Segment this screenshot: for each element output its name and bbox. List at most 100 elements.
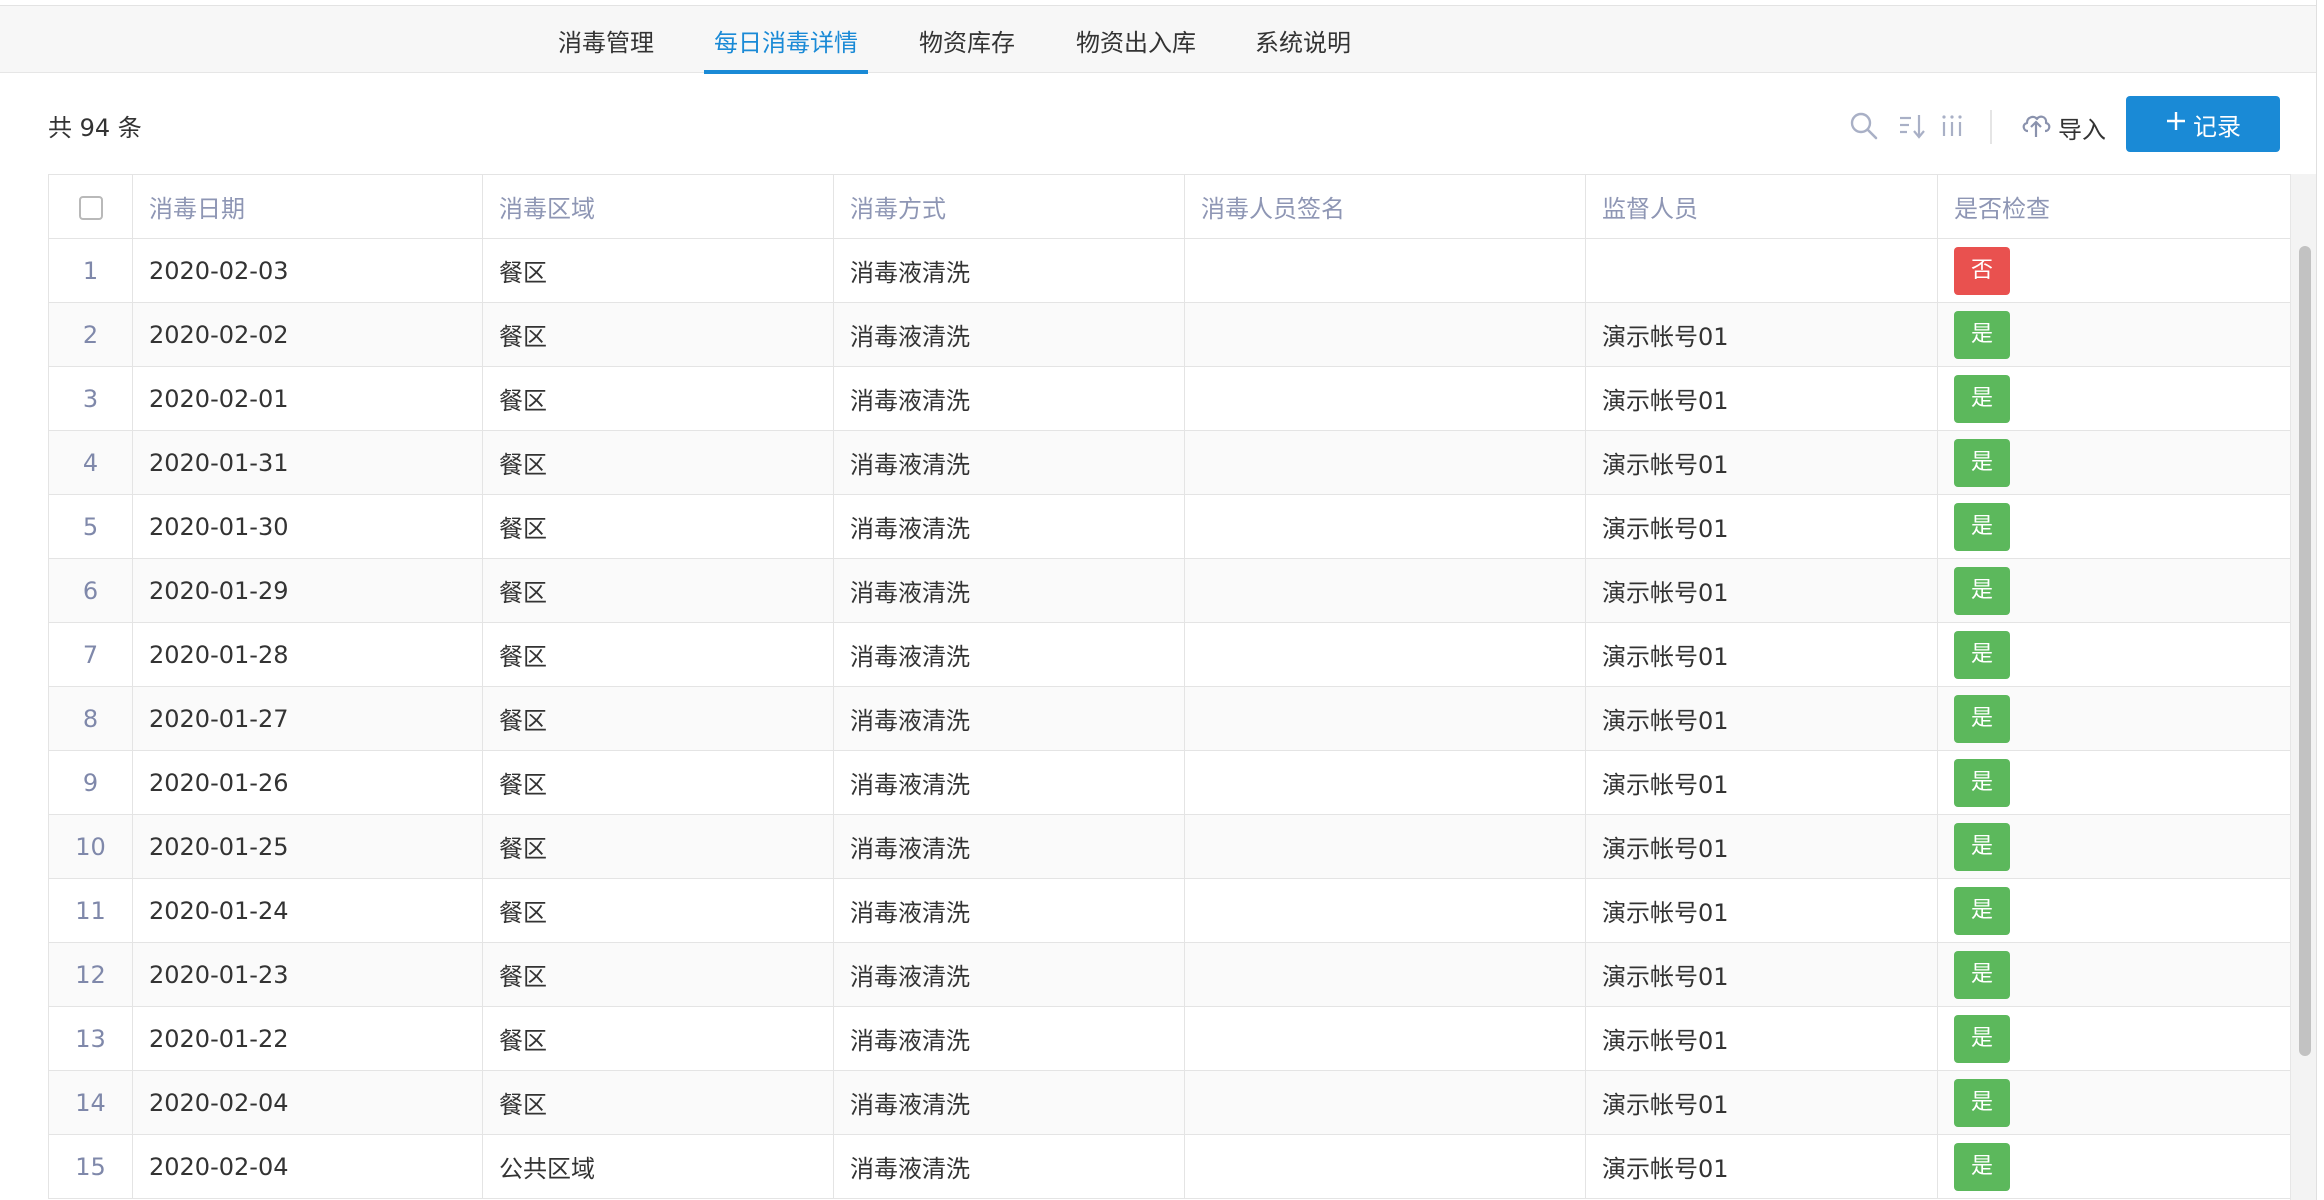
cell-supervisor: 演示帐号01: [1585, 430, 1938, 495]
row-index: 13: [48, 1006, 133, 1071]
cell-area: 餐区: [482, 238, 834, 303]
select-all-checkbox[interactable]: [78, 195, 103, 220]
cell-date: 2020-01-28: [132, 622, 483, 687]
cell-checked: 是: [1937, 366, 2290, 431]
status-badge-yes: 是: [1954, 694, 2010, 743]
cell-checked: 是: [1937, 494, 2290, 559]
tab-disinfection-management[interactable]: 消毒管理: [553, 6, 659, 74]
scrollbar-thumb[interactable]: [2299, 246, 2311, 1056]
cell-area: 餐区: [482, 302, 834, 367]
import-button[interactable]: 导入: [2020, 106, 2106, 148]
cell-date: 2020-01-22: [132, 1006, 483, 1071]
table-row[interactable]: 12 2020-01-23 餐区 消毒液清洗 演示帐号01 是: [48, 942, 2290, 1007]
cell-method: 消毒液清洗: [833, 814, 1185, 879]
columns-icon[interactable]: [1934, 108, 1970, 144]
table-row[interactable]: 7 2020-01-28 餐区 消毒液清洗 演示帐号01 是: [48, 622, 2290, 687]
status-badge-yes: 是: [1954, 1142, 2010, 1191]
column-header-checked[interactable]: 是否检查: [1937, 174, 2290, 239]
status-badge-yes: 是: [1954, 630, 2010, 679]
cell-checked: 是: [1937, 814, 2290, 879]
add-record-label: 记录: [2193, 112, 2241, 141]
sort-icon[interactable]: [1894, 108, 1930, 144]
cell-area: 餐区: [482, 558, 834, 623]
cell-signer: [1184, 878, 1586, 943]
cell-method: 消毒液清洗: [833, 366, 1185, 431]
row-index: 10: [48, 814, 133, 879]
cell-checked: 是: [1937, 1070, 2290, 1135]
cell-supervisor: 演示帐号01: [1585, 814, 1938, 879]
table-row[interactable]: 3 2020-02-01 餐区 消毒液清洗 演示帐号01 是: [48, 366, 2290, 431]
cell-checked: 是: [1937, 686, 2290, 751]
table-row[interactable]: 15 2020-02-04 公共区域 消毒液清洗 演示帐号01 是: [48, 1134, 2290, 1199]
cell-signer: [1184, 494, 1586, 559]
window-edge: [2316, 0, 2324, 1200]
cell-signer: [1184, 1006, 1586, 1071]
cell-checked: 是: [1937, 750, 2290, 815]
row-index: 8: [48, 686, 133, 751]
search-icon[interactable]: [1846, 108, 1882, 144]
table-row[interactable]: 2 2020-02-02 餐区 消毒液清洗 演示帐号01 是: [48, 302, 2290, 367]
cell-signer: [1184, 1070, 1586, 1135]
cell-date: 2020-01-25: [132, 814, 483, 879]
table-scrollbar[interactable]: [2290, 174, 2316, 1200]
column-header-signer[interactable]: 消毒人员签名: [1184, 174, 1586, 239]
cell-area: 公共区域: [482, 1134, 834, 1199]
cell-area: 餐区: [482, 750, 834, 815]
tab-daily-disinfection-details[interactable]: 每日消毒详情: [704, 6, 868, 74]
cell-area: 餐区: [482, 494, 834, 559]
cell-checked: 是: [1937, 1006, 2290, 1071]
select-all-cell: [48, 174, 133, 239]
status-badge-yes: 是: [1954, 950, 2010, 999]
row-index: 11: [48, 878, 133, 943]
status-badge-yes: 是: [1954, 566, 2010, 615]
column-header-supervisor[interactable]: 监督人员: [1585, 174, 1938, 239]
table-row[interactable]: 6 2020-01-29 餐区 消毒液清洗 演示帐号01 是: [48, 558, 2290, 623]
cell-method: 消毒液清洗: [833, 622, 1185, 687]
cell-signer: [1184, 1134, 1586, 1199]
cell-date: 2020-02-04: [132, 1134, 483, 1199]
tab-supplies-in-out[interactable]: 物资出入库: [1069, 6, 1203, 74]
cell-checked: 是: [1937, 558, 2290, 623]
column-header-date[interactable]: 消毒日期: [132, 174, 483, 239]
column-header-method[interactable]: 消毒方式: [833, 174, 1185, 239]
cell-date: 2020-01-26: [132, 750, 483, 815]
table-row[interactable]: 11 2020-01-24 餐区 消毒液清洗 演示帐号01 是: [48, 878, 2290, 943]
table-body: 1 2020-02-03 餐区 消毒液清洗否 2 2020-02-02 餐区 消毒液清洗 演示帐…: [48, 238, 2290, 1199]
record-count: 共 94 条: [48, 114, 142, 142]
cell-method: 消毒液清洗: [833, 302, 1185, 367]
cell-area: 餐区: [482, 942, 834, 1007]
cell-signer: [1184, 302, 1586, 367]
cell-area: 餐区: [482, 430, 834, 495]
column-header-area[interactable]: 消毒区域: [482, 174, 834, 239]
cell-area: 餐区: [482, 814, 834, 879]
cell-method: 消毒液清洗: [833, 1006, 1185, 1071]
import-label: 导入: [2058, 115, 2106, 144]
table-row[interactable]: 8 2020-01-27 餐区 消毒液清洗 演示帐号01 是: [48, 686, 2290, 751]
cell-supervisor: 演示帐号01: [1585, 302, 1938, 367]
cell-area: 餐区: [482, 686, 834, 751]
status-badge-yes: 是: [1954, 1014, 2010, 1063]
cell-method: 消毒液清洗: [833, 238, 1185, 303]
cloud-upload-icon: [2020, 109, 2052, 145]
cell-date: 2020-01-23: [132, 942, 483, 1007]
table-row[interactable]: 10 2020-01-25 餐区 消毒液清洗 演示帐号01 是: [48, 814, 2290, 879]
status-badge-yes: 是: [1954, 374, 2010, 423]
tab-system-notes[interactable]: 系统说明: [1250, 6, 1356, 74]
toolbar-divider: [1990, 110, 1992, 144]
cell-method: 消毒液清洗: [833, 1070, 1185, 1135]
add-record-button[interactable]: 记录: [2126, 96, 2280, 152]
status-badge-yes: 是: [1954, 758, 2010, 807]
table-row[interactable]: 9 2020-01-26 餐区 消毒液清洗 演示帐号01 是: [48, 750, 2290, 815]
cell-signer: [1184, 430, 1586, 495]
cell-supervisor: 演示帐号01: [1585, 366, 1938, 431]
row-index: 14: [48, 1070, 133, 1135]
table-row[interactable]: 13 2020-01-22 餐区 消毒液清洗 演示帐号01 是: [48, 1006, 2290, 1071]
tab-supplies-inventory[interactable]: 物资库存: [914, 6, 1020, 74]
table-row[interactable]: 1 2020-02-03 餐区 消毒液清洗 否: [48, 238, 2290, 303]
cell-signer: [1184, 622, 1586, 687]
table-row[interactable]: 14 2020-02-04 餐区 消毒液清洗 演示帐号01 是: [48, 1070, 2290, 1135]
cell-date: 2020-01-27: [132, 686, 483, 751]
cell-supervisor: 演示帐号01: [1585, 686, 1938, 751]
table-row[interactable]: 4 2020-01-31 餐区 消毒液清洗 演示帐号01 是: [48, 430, 2290, 495]
table-row[interactable]: 5 2020-01-30 餐区 消毒液清洗 演示帐号01 是: [48, 494, 2290, 559]
